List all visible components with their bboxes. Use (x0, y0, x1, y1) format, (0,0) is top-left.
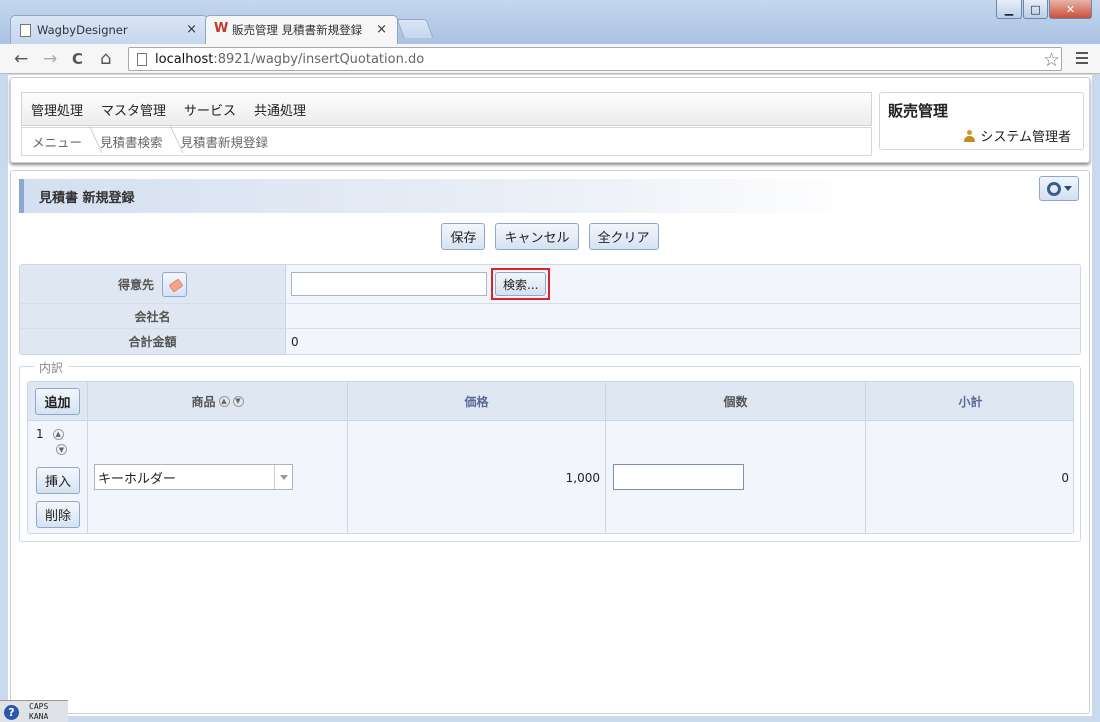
header-product: 商品 ▲ ▼ (88, 382, 348, 420)
price-value: 1,000 (348, 421, 606, 533)
chevron-down-icon[interactable] (274, 465, 292, 489)
company-value (286, 304, 1080, 328)
tools-dropdown-button[interactable] (1039, 176, 1079, 201)
bookmark-star-icon[interactable]: ☆ (1043, 49, 1060, 71)
customer-search-button[interactable]: 検索... (495, 272, 547, 296)
form-row-customer: 得意先 検索... (20, 265, 1080, 304)
gear-icon (1046, 181, 1061, 196)
breadcrumb-menu[interactable]: メニュー (22, 132, 90, 151)
tab-wagbydesigner[interactable]: WagbyDesigner × (10, 15, 208, 44)
quantity-input[interactable] (613, 464, 744, 490)
menu-item-master[interactable]: マスタ管理 (101, 100, 166, 119)
wagby-logo-icon: W (214, 21, 229, 36)
browser-toolbar: ← → C ⌂ localhost:8921/wagby/insertQuota… (0, 44, 1100, 74)
sort-down-icon[interactable]: ▼ (232, 395, 244, 407)
sort-up-icon[interactable]: ▲ (218, 395, 230, 407)
tab-label: 販売管理 見積書新規登録 (232, 23, 363, 37)
product-cell: キーホルダー (88, 421, 348, 533)
detail-legend: 内訳 (34, 359, 69, 376)
quotation-form: 得意先 検索... 会社名 合計金額 0 (19, 264, 1081, 355)
action-buttons: 保存 キャンセル 全クリア (11, 223, 1089, 250)
breadcrumb-quotation-search[interactable]: 見積書検索 (90, 132, 171, 151)
kana-label: KANA (29, 712, 49, 721)
reload-icon[interactable]: C (72, 49, 83, 69)
page-icon (20, 24, 31, 37)
header-quantity: 個数 (606, 382, 866, 420)
url-host: localhost (155, 51, 214, 67)
tab-quotation[interactable]: W 販売管理 見積書新規登録 × (205, 15, 398, 44)
user-name: システム管理者 (980, 130, 1071, 145)
header-price: 価格 (348, 382, 606, 420)
close-window-button[interactable]: ✕ (1049, 0, 1092, 19)
row-number-wrap: 1 ▲ (36, 427, 64, 441)
customer-label: 得意先 (117, 277, 154, 292)
user-icon (964, 129, 976, 142)
customer-value-cell: 検索... (286, 265, 1080, 303)
search-button-highlight: 検索... (491, 268, 551, 300)
company-label: 会社名 (20, 304, 286, 328)
column-product-label: 商品 (191, 394, 216, 409)
home-icon[interactable]: ⌂ (100, 49, 111, 69)
main-panel: 見積書 新規登録 保存 キャンセル 全クリア 得意先 検索... 会社名 合計金… (10, 170, 1090, 714)
user-panel: 販売管理 システム管理者 (879, 92, 1084, 150)
detail-section: 内訳 追加 商品 ▲ ▼ 価格 個数 小計 1 ▲ ▼ 挿入 削除 キーホルダー… (19, 359, 1081, 542)
forward-icon[interactable]: → (43, 49, 57, 69)
tab-label: WagbyDesigner (37, 23, 128, 37)
breadcrumb-quotation-new: 見積書新規登録 (180, 135, 269, 150)
main-menu: 管理処理 マスタ管理 サービス 共通処理 (21, 92, 872, 126)
close-icon[interactable]: × (186, 22, 197, 37)
minimize-button[interactable]: ▁ (996, 0, 1022, 19)
header-subtotal: 小計 (958, 394, 983, 409)
address-bar[interactable]: localhost:8921/wagby/insertQuotation.do (128, 47, 1062, 71)
row-control-cell: 1 ▲ ▼ 挿入 削除 (28, 421, 88, 533)
customer-label-cell: 得意先 (20, 265, 286, 303)
back-icon[interactable]: ← (14, 49, 28, 69)
help-icon[interactable]: ? (4, 705, 19, 720)
form-row-total: 合計金額 0 (20, 329, 1080, 354)
app-header: 管理処理 マスタ管理 サービス 共通処理 メニュー 見積書検索 見積書新規登録 … (10, 77, 1090, 163)
customer-input[interactable] (291, 272, 487, 296)
caps-kana-indicator: CAPS KANA (29, 702, 48, 722)
menu-item-common[interactable]: 共通処理 (254, 100, 306, 119)
breadcrumb: メニュー 見積書検索 見積書新規登録 (21, 127, 872, 156)
form-row-company: 会社名 (20, 304, 1080, 329)
window-controls: ▁ □ ✕ (996, 0, 1092, 19)
maximize-button[interactable]: □ (1023, 0, 1048, 19)
add-row-button[interactable]: 追加 (35, 387, 80, 415)
total-value: 0 (286, 329, 1080, 354)
product-selected-value: キーホルダー (98, 471, 177, 487)
detail-grid: 追加 商品 ▲ ▼ 価格 個数 小計 1 ▲ ▼ 挿入 削除 キーホルダー 1,… (27, 381, 1074, 534)
page-title: 見積書 新規登録 (19, 179, 859, 213)
table-row: 1 ▲ ▼ 挿入 削除 キーホルダー 1,000 0 (28, 421, 1073, 533)
url-path: :8921/wagby/insertQuotation.do (213, 51, 425, 67)
product-select[interactable]: キーホルダー (94, 464, 293, 490)
ime-status-bar: ? CAPS KANA (0, 700, 68, 722)
page-viewport: 管理処理 マスタ管理 サービス 共通処理 メニュー 見積書検索 見積書新規登録 … (8, 75, 1092, 716)
subtotal-value: 0 (1061, 470, 1069, 485)
current-user[interactable]: システム管理者 (964, 126, 1071, 145)
close-icon[interactable]: × (376, 22, 387, 37)
menu-item-service[interactable]: サービス (184, 100, 236, 119)
move-down-icon[interactable]: ▼ (56, 444, 67, 455)
eraser-icon[interactable] (162, 271, 187, 297)
chevron-down-icon (1063, 186, 1072, 191)
caps-label: CAPS (29, 702, 49, 711)
clear-all-button[interactable]: 全クリア (588, 223, 659, 250)
page-icon (137, 53, 147, 66)
browser-titlebar: WagbyDesigner × W 販売管理 見積書新規登録 × ▁ □ ✕ (0, 0, 1100, 44)
delete-row-button[interactable]: 削除 (36, 501, 81, 528)
insert-row-button[interactable]: 挿入 (36, 467, 81, 494)
new-tab-button[interactable] (396, 19, 434, 38)
move-up-icon[interactable]: ▲ (52, 428, 64, 440)
header-add-cell: 追加 (28, 382, 88, 420)
total-label: 合計金額 (20, 329, 286, 354)
quantity-cell (606, 421, 866, 533)
cancel-button[interactable]: キャンセル (495, 223, 579, 250)
menu-item-management[interactable]: 管理処理 (31, 100, 83, 119)
save-button[interactable]: 保存 (441, 223, 486, 250)
app-title: 販売管理 (888, 102, 949, 120)
row-number: 1 (36, 427, 44, 441)
browser-menu-icon[interactable] (1076, 52, 1088, 67)
detail-grid-header: 追加 商品 ▲ ▼ 価格 個数 小計 (28, 382, 1073, 421)
